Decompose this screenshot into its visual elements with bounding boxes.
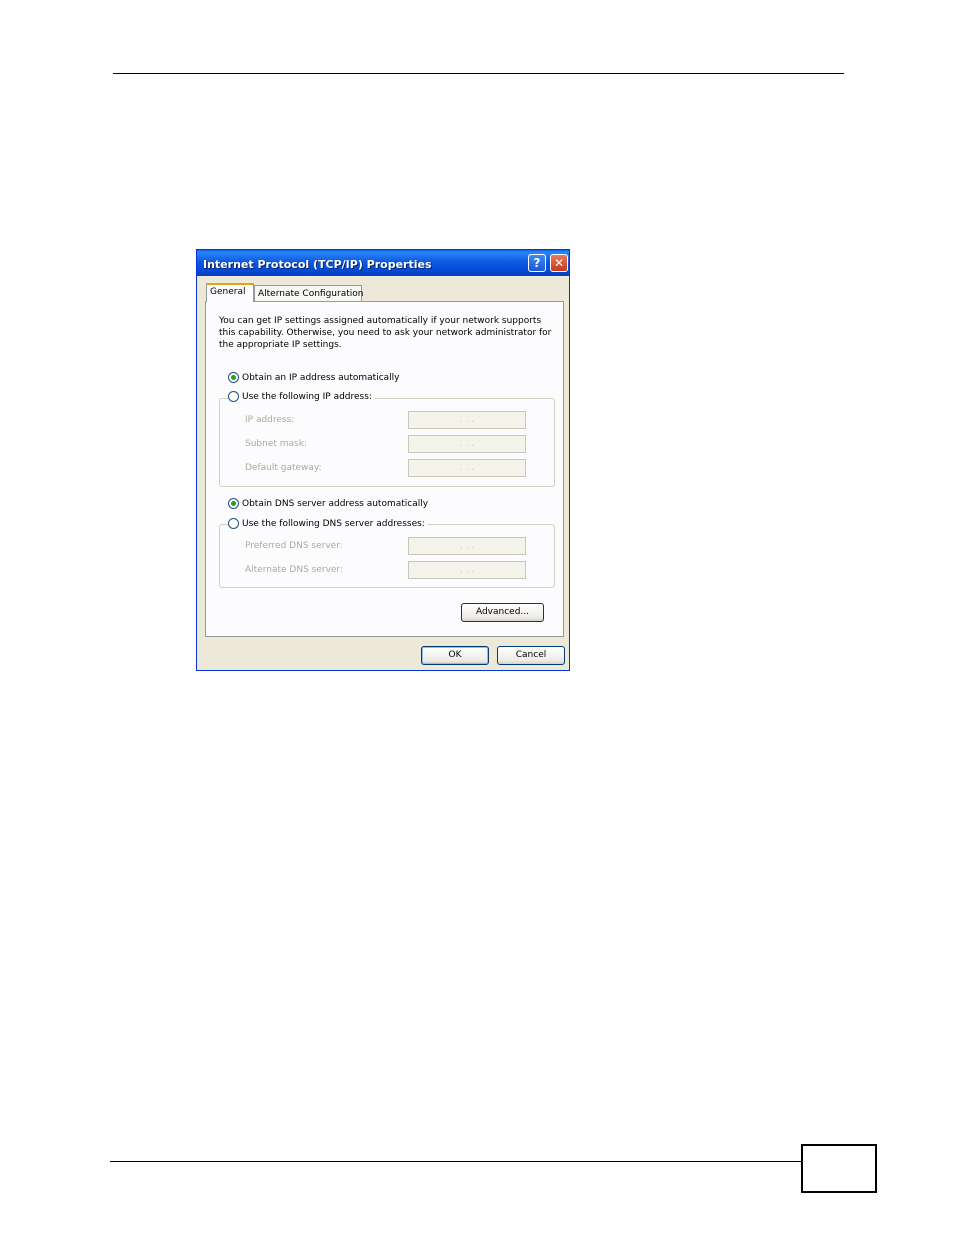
use-following-ip-radio[interactable]	[228, 391, 239, 402]
obtain-dns-auto-radio[interactable]	[228, 498, 239, 509]
dialog-title: Internet Protocol (TCP/IP) Properties	[203, 258, 432, 271]
ip-address-field[interactable]: . . .	[408, 411, 526, 429]
tab-alternate-configuration[interactable]: Alternate Configuration	[254, 285, 363, 302]
alternate-dns-field[interactable]: . . .	[408, 561, 526, 579]
default-gateway-label: Default gateway:	[245, 463, 322, 473]
default-gateway-field[interactable]: . . .	[408, 459, 526, 477]
obtain-ip-auto-radio[interactable]	[228, 372, 239, 383]
page-number-box	[801, 1144, 877, 1193]
ip-address-label: IP address:	[245, 415, 295, 425]
footer-rule	[110, 1161, 802, 1162]
use-following-ip-label: Use the following IP address:	[242, 391, 372, 402]
preferred-dns-label: Preferred DNS server:	[245, 541, 343, 551]
obtain-ip-auto-option[interactable]: Obtain an IP address automatically	[228, 372, 403, 383]
alternate-dns-label: Alternate DNS server:	[245, 565, 344, 575]
description-text: You can get IP settings assigned automat…	[219, 316, 552, 350]
general-tab-panel: You can get IP settings assigned automat…	[205, 301, 564, 637]
preferred-dns-field[interactable]: . . .	[408, 537, 526, 555]
obtain-dns-auto-label: Obtain DNS server address automatically	[242, 498, 429, 509]
cancel-button[interactable]: Cancel	[497, 646, 565, 665]
subnet-mask-label: Subnet mask:	[245, 439, 307, 449]
ok-button[interactable]: OK	[421, 646, 489, 665]
subnet-mask-field[interactable]: . . .	[408, 435, 526, 453]
dns-server-group: Preferred DNS server: . . . Alternate DN…	[219, 524, 555, 588]
tab-general[interactable]: General	[206, 283, 254, 302]
obtain-dns-auto-option[interactable]: Obtain DNS server address automatically	[228, 498, 432, 509]
advanced-button[interactable]: Advanced...	[461, 603, 544, 622]
title-bar[interactable]: Internet Protocol (TCP/IP) Properties ? …	[197, 250, 569, 276]
header-rule	[113, 73, 844, 74]
use-following-dns-label: Use the following DNS server addresses:	[242, 518, 425, 529]
ip-address-group: IP address: . . . Subnet mask: . . . Def…	[219, 398, 555, 487]
close-icon[interactable]: ✕	[550, 254, 568, 272]
use-following-dns-option[interactable]: Use the following DNS server addresses:	[228, 518, 428, 529]
use-following-ip-option[interactable]: Use the following IP address:	[228, 391, 375, 402]
use-following-dns-radio[interactable]	[228, 518, 239, 529]
help-icon[interactable]: ?	[528, 254, 546, 272]
obtain-ip-auto-label: Obtain an IP address automatically	[242, 372, 400, 383]
tcpip-properties-dialog: Internet Protocol (TCP/IP) Properties ? …	[196, 249, 570, 671]
